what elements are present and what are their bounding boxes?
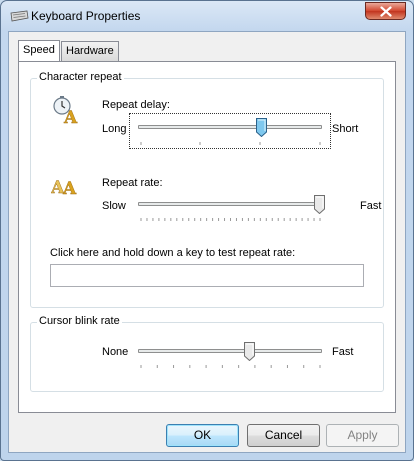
- svg-text:A: A: [62, 179, 77, 198]
- repeat-rate-slider-track[interactable]: [138, 202, 322, 206]
- window-title: Keyboard Properties: [31, 9, 141, 23]
- repeat-rate-max-label: Fast: [360, 200, 382, 212]
- character-repeat-group: Character repeat A Repeat delay: Long Sh…: [30, 71, 384, 308]
- cursor-blink-max-label: Fast: [332, 346, 354, 358]
- keyboard-icon: [10, 10, 29, 22]
- cursor-blink-ticks: [140, 365, 321, 368]
- repeat-delay-max-label: Short: [332, 123, 359, 135]
- repeat-delay-ticks: [140, 142, 321, 145]
- cursor-blink-slider-track[interactable]: [138, 349, 322, 353]
- repeat-rate-test-input[interactable]: [50, 264, 364, 287]
- repeat-rate-ticks: [140, 218, 321, 221]
- ok-button-label: OK: [193, 428, 212, 442]
- repeat-delay-slider-thumb[interactable]: [255, 118, 267, 137]
- apply-button-label: Apply: [347, 428, 378, 442]
- speed-tab-panel: Character repeat A Repeat delay: Long Sh…: [18, 61, 396, 413]
- tab-hardware[interactable]: Hardware: [61, 41, 119, 61]
- repeat-delay-label: Repeat delay:: [102, 99, 170, 111]
- repeat-delay-slider-track[interactable]: [138, 125, 322, 129]
- ok-button[interactable]: OK: [166, 424, 239, 447]
- tab-speed-label: Speed: [23, 44, 55, 56]
- cursor-blink-slider-thumb[interactable]: [243, 342, 255, 361]
- dialog-client-area: Speed Hardware Character repeat A Repeat…: [8, 31, 406, 453]
- tab-hardware-label: Hardware: [66, 45, 114, 57]
- cursor-blink-min-label: None: [102, 346, 129, 358]
- cancel-button-label: Cancel: [264, 428, 303, 442]
- title-bar[interactable]: Keyboard Properties: [1, 1, 413, 31]
- svg-text:A: A: [63, 108, 78, 125]
- cancel-button[interactable]: Cancel: [247, 424, 320, 447]
- cursor-blink-legend: Cursor blink rate: [37, 315, 122, 327]
- test-prompt-label: Click here and hold down a key to test r…: [50, 247, 296, 259]
- close-button[interactable]: [365, 2, 406, 20]
- apply-button[interactable]: Apply: [326, 424, 399, 447]
- tab-speed[interactable]: Speed: [18, 40, 60, 61]
- repeat-rate-label: Repeat rate:: [102, 177, 163, 189]
- cursor-blink-group: Cursor blink rate None Fast: [30, 315, 384, 392]
- repeat-rate-slider-thumb[interactable]: [314, 195, 325, 214]
- close-icon: [380, 6, 392, 17]
- repeat-rate-min-label: Slow: [102, 200, 126, 212]
- repeat-delay-min-label: Long: [102, 123, 127, 135]
- character-repeat-legend: Character repeat: [37, 71, 124, 83]
- double-letter-a-icon: A A: [51, 178, 77, 198]
- keyboard-properties-window: Keyboard Properties Speed Hardware Chara…: [0, 0, 414, 461]
- clock-letter-a-icon: A: [53, 96, 78, 125]
